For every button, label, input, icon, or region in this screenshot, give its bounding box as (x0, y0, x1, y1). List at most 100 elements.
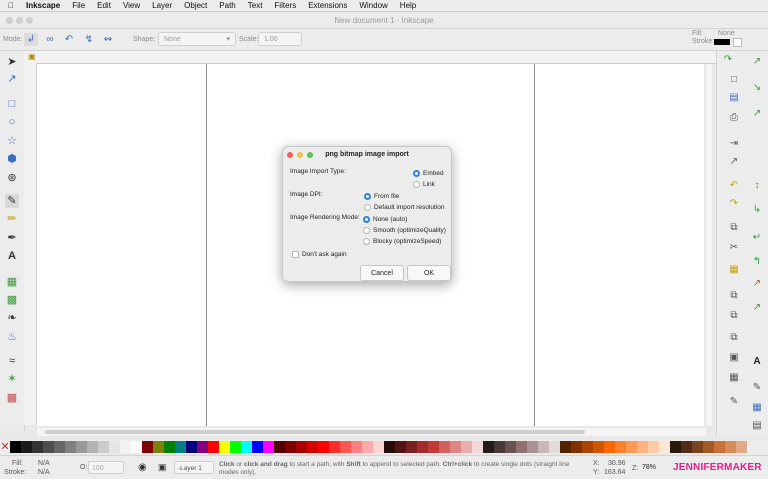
blocky-label[interactable]: Blocky (optimizeSpeed) (373, 238, 441, 245)
menu-extensions[interactable]: Extensions (308, 1, 347, 10)
calligraphy-tool-icon[interactable]: ✒ (5, 231, 19, 245)
new-document-icon[interactable]: □ (727, 73, 741, 87)
color-swatch[interactable] (340, 441, 351, 453)
color-swatch[interactable] (351, 441, 362, 453)
color-swatch[interactable] (142, 441, 153, 453)
color-swatch[interactable] (241, 441, 252, 453)
smooth-radio[interactable] (363, 227, 370, 234)
color-swatch[interactable] (582, 441, 593, 453)
color-swatch[interactable] (164, 441, 175, 453)
color-swatch[interactable] (230, 441, 241, 453)
color-swatch[interactable] (32, 441, 43, 453)
ungroup-icon[interactable]: ▦ (727, 371, 741, 385)
color-swatch[interactable] (527, 441, 538, 453)
redo-icon[interactable]: ↷ (727, 197, 741, 211)
group-icon[interactable]: ▣ (727, 351, 741, 365)
lock-icon[interactable]: ▣ (28, 53, 36, 61)
color-swatch[interactable] (197, 441, 208, 453)
transform-icon[interactable]: ▤ (750, 419, 764, 433)
color-swatch[interactable] (285, 441, 296, 453)
save-icon[interactable]: ▤ (727, 91, 741, 105)
clone-icon[interactable]: ⧉ (727, 309, 741, 323)
color-swatch[interactable] (593, 441, 604, 453)
color-swatch[interactable] (648, 441, 659, 453)
color-swatch[interactable] (208, 441, 219, 453)
status-stroke-value[interactable]: N/A (38, 469, 50, 476)
text-tool-icon[interactable]: A (5, 249, 19, 263)
bezier-pen-tool-icon[interactable]: ✎ (5, 194, 19, 208)
print-icon[interactable]: ⎙ (727, 111, 741, 125)
color-swatch[interactable] (263, 441, 274, 453)
layer-select[interactable]: -Layer 1 (174, 461, 214, 474)
menu-path[interactable]: Path (219, 1, 235, 10)
color-swatch[interactable] (692, 441, 703, 453)
unlink-clone-icon[interactable]: ⧉ (727, 331, 741, 345)
link-radio[interactable] (413, 181, 420, 188)
ellipse-tool-icon[interactable]: ○ (5, 115, 19, 129)
color-swatch[interactable] (516, 441, 527, 453)
color-swatch[interactable] (21, 441, 32, 453)
color-swatch[interactable] (373, 441, 384, 453)
spiral-tool-icon[interactable]: ⊛ (5, 171, 19, 185)
horizontal-ruler[interactable] (24, 51, 716, 64)
color-swatch[interactable] (54, 441, 65, 453)
color-swatch[interactable] (109, 441, 120, 453)
color-swatch[interactable] (252, 441, 263, 453)
blocky-radio[interactable] (363, 238, 370, 245)
color-swatch[interactable] (483, 441, 494, 453)
color-swatch[interactable] (131, 441, 142, 453)
snap-text-icon[interactable]: ↰ (750, 255, 764, 269)
zoom-input[interactable]: 78% (642, 461, 668, 474)
default-resolution-radio[interactable] (364, 204, 371, 211)
pencil-tool-icon[interactable]: ✏ (5, 212, 19, 226)
tweak-tool-icon[interactable]: ≈ (5, 354, 19, 368)
cut-icon[interactable]: ✂ (727, 241, 741, 255)
spray-tool-icon[interactable]: ✶ (5, 372, 19, 386)
menu-help[interactable]: Help (400, 1, 416, 10)
color-swatch[interactable] (560, 441, 571, 453)
none-auto-label[interactable]: None (auto) (373, 216, 407, 223)
export-icon[interactable]: ↗ (727, 155, 741, 169)
paraxial-mode-icon[interactable]: ↯ (82, 33, 96, 46)
dropper-tool-icon[interactable]: ❧ (5, 311, 19, 325)
color-swatch[interactable] (626, 441, 637, 453)
horizontal-scroll-thumb[interactable] (45, 430, 585, 434)
default-resolution-label[interactable]: Default import resolution (374, 204, 444, 211)
visibility-eye-icon[interactable]: ◉ (138, 462, 147, 473)
snap-page-icon[interactable]: ↗ (750, 277, 764, 291)
snap-bbox-icon[interactable]: ↗ (750, 55, 764, 69)
color-swatch[interactable] (362, 441, 373, 453)
color-swatch[interactable] (307, 441, 318, 453)
color-swatch[interactable] (439, 441, 450, 453)
color-swatch[interactable] (76, 441, 87, 453)
menu-object[interactable]: Object (184, 1, 207, 10)
menu-layer[interactable]: Layer (152, 1, 172, 10)
menu-inkscape[interactable]: Inkscape (26, 1, 60, 10)
snap-rotation-icon[interactable]: ↵ (750, 231, 764, 245)
layer-lock-icon[interactable]: ▣ (158, 462, 167, 473)
menu-window[interactable]: Window (359, 1, 387, 10)
color-swatch[interactable] (461, 441, 472, 453)
color-swatch[interactable] (615, 441, 626, 453)
color-swatch[interactable] (87, 441, 98, 453)
snap-center-icon[interactable]: ↳ (750, 203, 764, 217)
selector-tool-icon[interactable]: ➤ (5, 55, 19, 69)
color-swatch[interactable] (703, 441, 714, 453)
embed-label[interactable]: Embed (423, 170, 444, 177)
bezier-mode-icon[interactable]: ↲ (24, 33, 38, 46)
snap-path-icon[interactable]: ↗ (750, 107, 764, 121)
eraser-tool-icon[interactable]: ▩ (5, 391, 19, 405)
color-swatch[interactable] (318, 441, 329, 453)
cancel-button[interactable]: Cancel (360, 265, 404, 281)
color-swatch[interactable] (395, 441, 406, 453)
color-swatch[interactable] (175, 441, 186, 453)
color-swatch[interactable] (637, 441, 648, 453)
color-swatch[interactable] (450, 441, 461, 453)
color-swatch[interactable] (604, 441, 615, 453)
gradient-tool-icon[interactable]: ▦ (5, 275, 19, 289)
node-tool-icon[interactable]: ↗ (5, 72, 19, 86)
opacity-input[interactable]: 100 (88, 461, 124, 474)
menu-file[interactable]: File (72, 1, 85, 10)
color-swatch[interactable] (43, 441, 54, 453)
fill-stroke-icon[interactable]: ✎ (727, 395, 741, 409)
